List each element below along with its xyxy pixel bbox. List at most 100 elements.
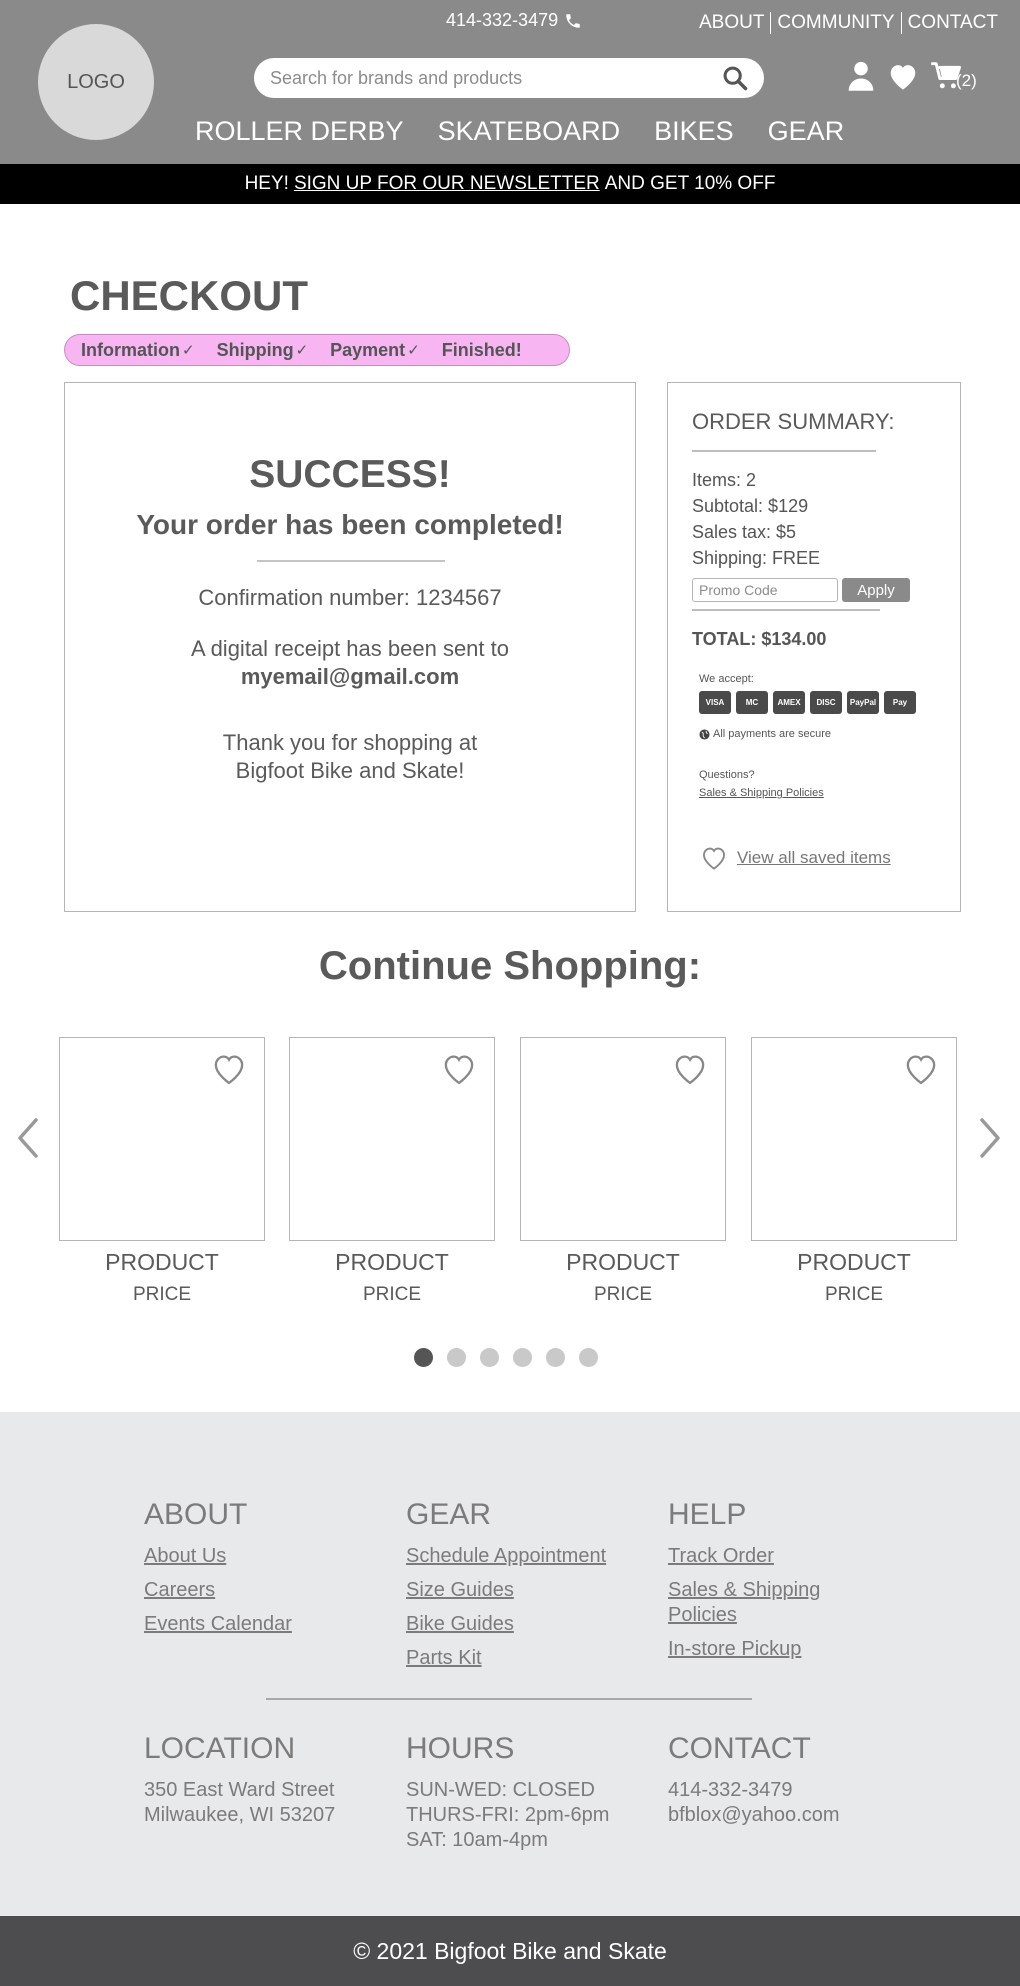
footer-link-about-us[interactable]: About Us	[144, 1544, 292, 1569]
footer-link-parts-kit[interactable]: Parts Kit	[406, 1646, 606, 1671]
hours-line-3: SAT: 10am-4pm	[406, 1829, 548, 1851]
product-price: PRICE	[362, 1284, 422, 1305]
product-image[interactable]	[289, 1037, 495, 1241]
newsletter-banner: HEY! SIGN UP FOR OUR NEWSLETTER AND GET …	[0, 164, 1020, 204]
thanks-line-1: Thank you for shopping at	[222, 730, 478, 755]
step-label: Finished!	[441, 339, 522, 360]
hours-line-2: THURS-FRI: 2pm-6pm	[406, 1804, 610, 1826]
footer-link-track-order[interactable]: Track Order	[668, 1544, 838, 1569]
nav-skateboard[interactable]: SKATEBOARD	[438, 116, 621, 147]
step-label: Shipping	[216, 339, 294, 360]
check-icon: ✓	[182, 342, 195, 359]
search-input[interactable]	[270, 67, 720, 89]
footer-link-shipping-policies[interactable]: Sales & Shipping Policies	[668, 1578, 838, 1628]
newsletter-signup-link[interactable]: SIGN UP FOR OUR NEWSLETTER	[294, 173, 600, 195]
nav-gear[interactable]: GEAR	[768, 116, 845, 147]
summary-details: Items: 2 Subtotal: $129 Sales tax: $5 Sh…	[692, 467, 820, 571]
cart-button[interactable]: (2)	[930, 61, 977, 91]
cart-count: (2)	[956, 71, 977, 90]
product-name: PRODUCT	[335, 1249, 449, 1275]
policies-link[interactable]: Sales & Shipping Policies	[699, 787, 824, 799]
chevron-right-icon[interactable]	[976, 1114, 1006, 1162]
chevron-left-icon[interactable]	[12, 1114, 42, 1162]
secure-text: All payments are secure	[713, 728, 831, 740]
payment-methods: VISA MC AMEX DISC PayPal Pay	[699, 691, 916, 714]
product-card[interactable]: PRODUCT PRICE	[59, 1037, 265, 1306]
promo-code-input[interactable]	[692, 578, 838, 602]
apply-button[interactable]: Apply	[842, 578, 910, 602]
product-image[interactable]	[751, 1037, 957, 1241]
footer-link-store-pickup[interactable]: In-store Pickup	[668, 1637, 838, 1662]
page-title: CHECKOUT	[70, 272, 308, 319]
footer-link-schedule[interactable]: Schedule Appointment	[406, 1544, 606, 1569]
contact-email[interactable]: bfblox@yahoo.com	[668, 1803, 840, 1828]
phone-number: 414-332-3479	[446, 10, 559, 30]
footer-heading: HELP	[668, 1498, 747, 1531]
search-button[interactable]	[720, 63, 750, 93]
discover-icon: DISC	[810, 691, 842, 714]
step-label: Information	[81, 339, 180, 360]
step-shipping[interactable]: Shipping ✓	[217, 340, 309, 361]
carousel-dot[interactable]	[414, 1348, 433, 1367]
heart-outline-icon[interactable]	[902, 1052, 940, 1086]
copyright-text: © 2021 Bigfoot Bike and Skate	[353, 1937, 667, 1964]
footer-link-careers[interactable]: Careers	[144, 1578, 292, 1603]
footer-about: ABOUT About Us Careers Events Calendar	[144, 1498, 292, 1646]
address-line-1: 350 East Ward Street	[144, 1779, 335, 1801]
carousel-dot[interactable]	[447, 1348, 466, 1367]
step-label: Payment	[330, 339, 406, 360]
footer-heading: ABOUT	[144, 1498, 248, 1531]
user-icon[interactable]	[846, 60, 876, 92]
apple-pay-icon: Pay	[884, 691, 916, 714]
top-link-contact[interactable]: CONTACT	[908, 12, 998, 34]
site-footer: ABOUT About Us Careers Events Calendar G…	[0, 1412, 1020, 1916]
divider	[257, 560, 445, 562]
footer-heading: HOURS	[406, 1732, 515, 1765]
heart-icon[interactable]	[886, 61, 920, 91]
receipt-text: A digital receipt has been sent to	[191, 636, 509, 661]
footer-heading: CONTACT	[668, 1732, 811, 1765]
hours-line-1: SUN-WED: CLOSED	[406, 1779, 595, 1801]
amex-icon: AMEX	[773, 691, 805, 714]
carousel-dot[interactable]	[579, 1348, 598, 1367]
carousel-dot[interactable]	[480, 1348, 499, 1367]
heart-outline-icon[interactable]	[671, 1052, 709, 1086]
carousel-dot[interactable]	[546, 1348, 565, 1367]
header-phone[interactable]: 414-332-3479	[446, 10, 582, 31]
step-information[interactable]: Information ✓	[81, 340, 195, 361]
receipt-notice: A digital receipt has been sent to myema…	[65, 635, 635, 691]
product-card[interactable]: PRODUCT PRICE	[289, 1037, 495, 1306]
product-card[interactable]: PRODUCT PRICE	[751, 1037, 957, 1306]
step-payment[interactable]: Payment ✓	[330, 340, 420, 361]
confirmation-number: Confirmation number: 1234567	[198, 585, 502, 610]
logo-text: LOGO	[67, 70, 125, 93]
secure-notice: All payments are secure	[699, 728, 831, 740]
banner-prefix: HEY!	[244, 173, 289, 194]
footer-link-bike-guides[interactable]: Bike Guides	[406, 1612, 606, 1637]
carousel-pagination	[414, 1348, 598, 1367]
carousel-dot[interactable]	[513, 1348, 532, 1367]
saved-items-row[interactable]: View all saved items	[699, 845, 891, 871]
summary-shipping: Shipping: FREE	[692, 548, 821, 568]
nav-roller-derby[interactable]: ROLLER DERBY	[195, 116, 404, 147]
nav-bikes[interactable]: BIKES	[654, 116, 734, 147]
footer-link-size-guides[interactable]: Size Guides	[406, 1578, 606, 1603]
promo-code-row: Apply	[692, 578, 910, 602]
product-card[interactable]: PRODUCT PRICE	[520, 1037, 726, 1306]
heart-outline-icon[interactable]	[210, 1052, 248, 1086]
view-saved-items-link[interactable]: View all saved items	[737, 848, 891, 868]
contact-phone[interactable]: 414-332-3479	[668, 1778, 840, 1803]
top-link-community[interactable]: COMMUNITY	[777, 12, 894, 34]
product-price: PRICE	[824, 1284, 884, 1305]
product-image[interactable]	[520, 1037, 726, 1241]
footer-hours: HOURS SUN-WED: CLOSED THURS-FRI: 2pm-6pm…	[406, 1732, 609, 1853]
product-name: PRODUCT	[797, 1249, 911, 1275]
heart-outline-icon[interactable]	[440, 1052, 478, 1086]
product-image[interactable]	[59, 1037, 265, 1241]
top-link-about[interactable]: ABOUT	[699, 12, 764, 34]
divider	[770, 12, 772, 34]
product-price: PRICE	[593, 1284, 653, 1305]
order-summary: ORDER SUMMARY: Items: 2 Subtotal: $129 S…	[667, 382, 961, 912]
logo[interactable]: LOGO	[38, 24, 154, 140]
footer-link-events[interactable]: Events Calendar	[144, 1612, 292, 1637]
